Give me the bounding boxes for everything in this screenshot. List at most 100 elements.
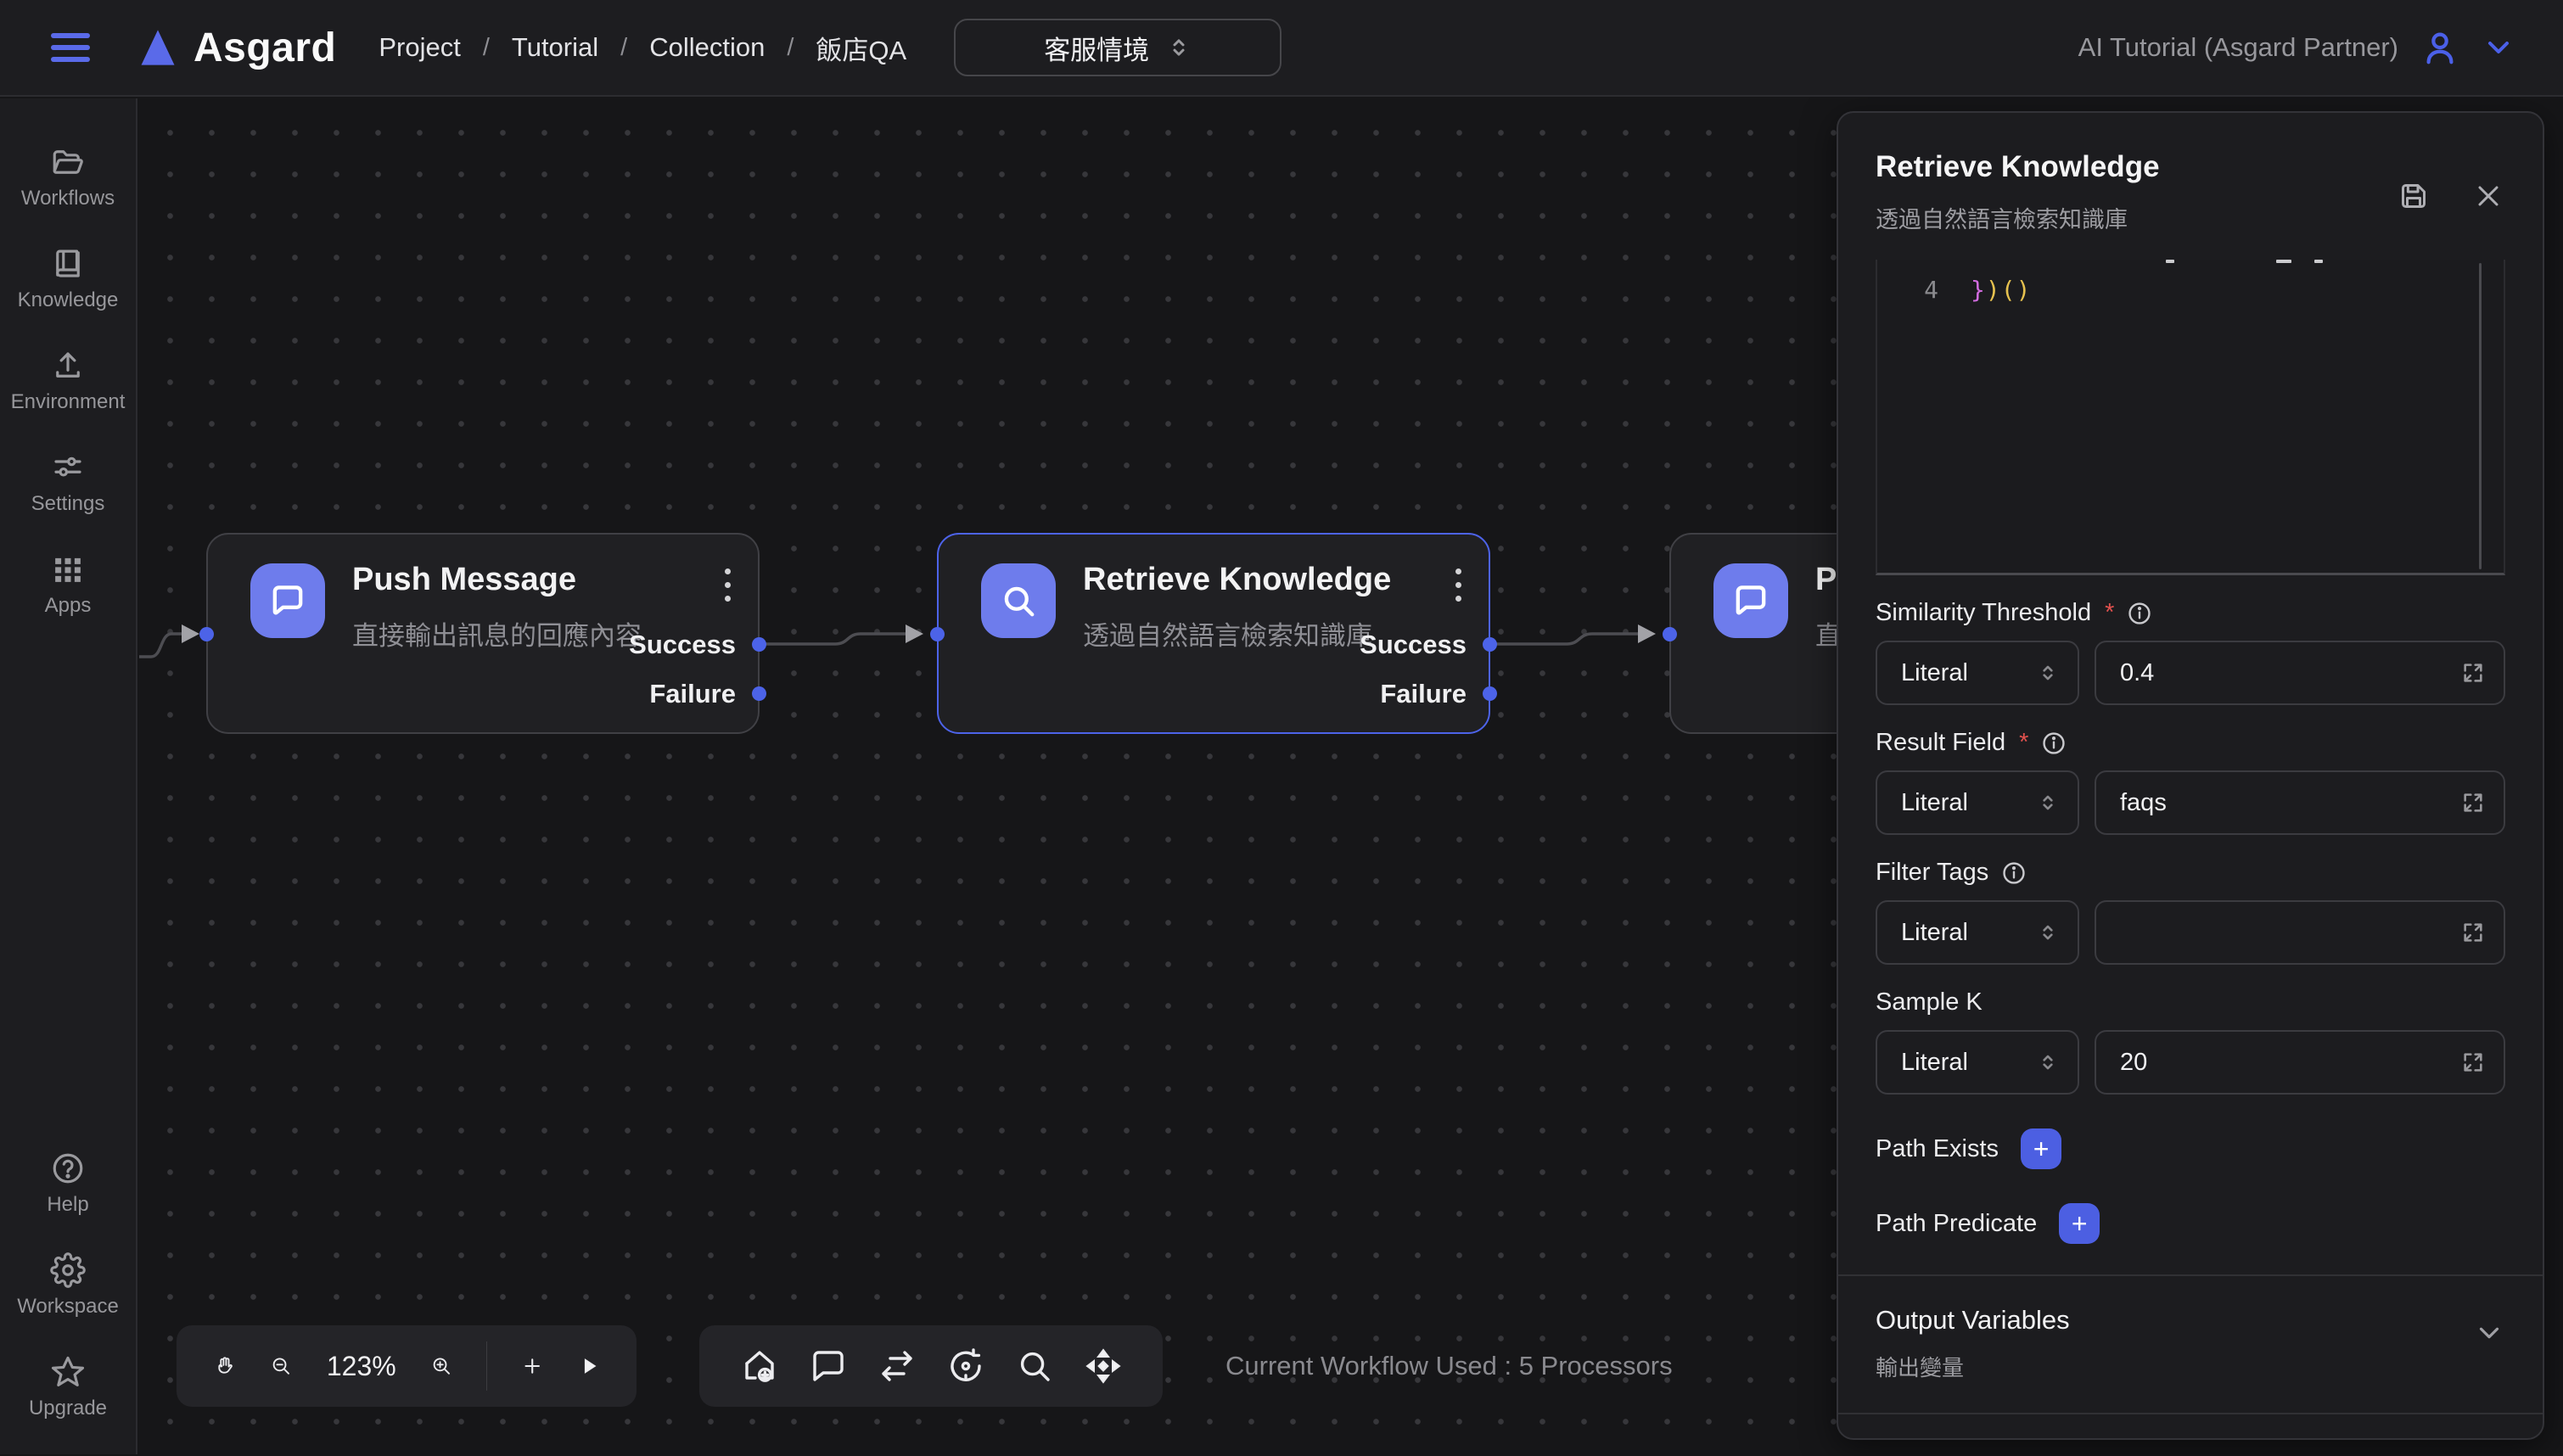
comment-icon[interactable] [808, 1346, 849, 1386]
code-line-number: 4 [1877, 272, 1938, 309]
close-icon[interactable] [2471, 179, 2505, 213]
expand-icon[interactable] [2459, 789, 2487, 816]
zoom-in-icon[interactable] [430, 1347, 452, 1386]
sidebar-item-workspace[interactable]: Workspace [17, 1252, 119, 1319]
chevron-down-icon[interactable] [2473, 1317, 2505, 1349]
hamburger-menu-icon[interactable] [51, 33, 90, 62]
account-chevron-down-icon[interactable] [2482, 31, 2515, 64]
asgard-logo-icon [136, 25, 180, 70]
input-port[interactable] [199, 627, 214, 641]
node-config-panel: Retrieve Knowledge 透過自然語言檢索知識庫 4 })() Si… [1837, 111, 2544, 1440]
value-input-wrap [2095, 641, 2505, 705]
panel-divider [1838, 1274, 2543, 1276]
success-port[interactable] [1483, 637, 1497, 652]
breadcrumb-current[interactable]: 飯店QA [816, 29, 906, 67]
add-path-exists-button[interactable]: + [2021, 1128, 2061, 1169]
failure-port[interactable] [1483, 686, 1497, 701]
port-label-failure: Failure [1380, 679, 1467, 709]
sidebar-item-settings[interactable]: Settings [31, 450, 105, 516]
code-clipped-line [1877, 260, 2504, 265]
sidebar-item-label: Apps [45, 594, 92, 618]
sidebar-item-apps[interactable]: Apps [45, 552, 92, 618]
sidebar-item-workflows[interactable]: Workflows [21, 144, 115, 210]
breadcrumb-tutorial[interactable]: Tutorial [512, 32, 598, 63]
result-field-input[interactable] [2120, 789, 2459, 817]
code-editor[interactable]: 4 })() [1876, 260, 2505, 575]
search-icon[interactable] [1014, 1346, 1055, 1386]
input-port[interactable] [1663, 627, 1677, 641]
info-icon[interactable] [2040, 730, 2067, 757]
add-node-icon[interactable] [739, 1346, 780, 1386]
sidebar-item-knowledge[interactable]: Knowledge [18, 246, 119, 312]
save-icon[interactable] [2397, 179, 2431, 213]
edge-arrowhead [906, 624, 923, 643]
sidebar-item-help[interactable]: Help [47, 1151, 88, 1217]
pan-hand-icon[interactable] [214, 1347, 236, 1386]
sidebar: Workflows Knowledge Environment Settings… [0, 98, 137, 1454]
path-predicate-label: Path Predicate [1876, 1210, 2037, 1238]
expand-icon[interactable] [2459, 919, 2487, 946]
value-input-wrap [2095, 770, 2505, 835]
code-line-content: })() [1938, 272, 2031, 309]
port-label-success: Success [1360, 630, 1467, 660]
expand-icon[interactable] [2459, 1049, 2487, 1076]
zoom-out-icon[interactable] [270, 1347, 292, 1386]
input-port[interactable] [930, 627, 945, 641]
filter-tags-input[interactable] [2120, 919, 2459, 947]
breadcrumb-collection[interactable]: Collection [649, 32, 765, 63]
output-variables-section[interactable]: Output Variables 輸出變量 [1876, 1305, 2505, 1382]
field-label-sample-k: Sample K [1876, 988, 2505, 1016]
port-label-failure: Failure [649, 679, 736, 709]
failure-port[interactable] [752, 686, 766, 701]
success-port[interactable] [752, 637, 766, 652]
info-icon[interactable] [2000, 860, 2027, 887]
workflow-status-text: Current Workflow Used : 5 Processors [1225, 1325, 1673, 1407]
edge-arrowhead [1638, 624, 1656, 643]
node-push-message-1[interactable]: Push Message 直接輸出訊息的回應內容 Success Failure [206, 533, 760, 734]
node-menu-kebab-icon[interactable] [1455, 568, 1461, 602]
rerun-icon[interactable] [945, 1346, 986, 1386]
expand-icon[interactable] [2459, 659, 2487, 686]
sidebar-item-environment[interactable]: Environment [11, 348, 126, 414]
user-icon[interactable] [2420, 28, 2459, 67]
chat-bubble-icon [250, 563, 325, 638]
add-icon[interactable] [521, 1347, 543, 1386]
breadcrumb-separator: / [620, 34, 627, 62]
select-chevrons-icon [2037, 921, 2059, 944]
type-select-filter-tags[interactable]: Literal [1876, 900, 2079, 965]
node-menu-kebab-icon[interactable] [725, 568, 731, 602]
run-play-icon[interactable] [578, 1347, 599, 1385]
node-retrieve-knowledge[interactable]: Retrieve Knowledge 透過自然語言檢索知識庫 Success F… [937, 533, 1490, 734]
code-scrollbar[interactable] [2479, 263, 2482, 569]
sidebar-item-label: Help [47, 1193, 88, 1217]
add-path-predicate-button[interactable]: + [2059, 1203, 2100, 1244]
type-select-sample-k[interactable]: Literal [1876, 1030, 2079, 1095]
account-label: AI Tutorial (Asgard Partner) [2078, 32, 2398, 63]
node-subtitle: 直接輸出訊息的回應內容 [352, 614, 642, 652]
similarity-threshold-input[interactable] [2120, 659, 2459, 687]
info-icon[interactable] [2126, 600, 2153, 627]
fit-view-icon[interactable] [1083, 1346, 1124, 1386]
field-label-similarity-threshold: Similarity Threshold * [1876, 599, 2505, 627]
swap-arrows-icon[interactable] [877, 1346, 917, 1386]
environment-selector[interactable]: 客服情境 [954, 19, 1282, 76]
breadcrumb-separator: / [787, 34, 794, 62]
select-chevrons-icon [2037, 792, 2059, 814]
sidebar-item-upgrade[interactable]: Upgrade [29, 1354, 107, 1420]
field-label-filter-tags: Filter Tags [1876, 859, 2505, 887]
sliders-icon [50, 450, 86, 485]
output-variables-title: Output Variables [1876, 1305, 2070, 1336]
zoom-level[interactable]: 123% [327, 1351, 396, 1382]
sample-k-input[interactable] [2120, 1049, 2459, 1077]
book-icon [50, 246, 86, 282]
select-chevrons-icon [2037, 662, 2059, 684]
type-select-result-field[interactable]: Literal [1876, 770, 2079, 835]
canvas-tools-toolbar [699, 1325, 1163, 1407]
type-select-similarity-threshold[interactable]: Literal [1876, 641, 2079, 705]
port-label-success: Success [629, 630, 736, 660]
sidebar-item-label: Workspace [17, 1295, 119, 1319]
folder-icon [50, 144, 86, 180]
breadcrumb-project[interactable]: Project [379, 32, 460, 63]
path-exists-row: Path Exists + [1876, 1128, 2505, 1169]
sidebar-item-label: Knowledge [18, 288, 119, 312]
